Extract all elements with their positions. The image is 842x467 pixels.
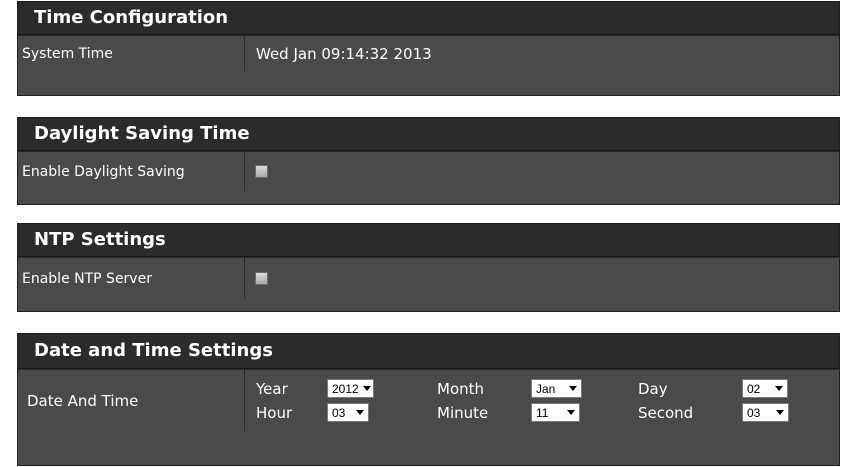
ntp-server-row: Enable NTP Server xyxy=(18,257,839,299)
date-time-controls: Year 2012 Month Jan Day 02 Hour 03 Minut… xyxy=(245,370,839,431)
enable-daylight-saving-label: Enable Daylight Saving xyxy=(18,152,245,191)
daylight-saving-title: Daylight Saving Time xyxy=(18,118,839,151)
time-configuration-section: Time Configuration System Time Wed Jan 0… xyxy=(17,1,840,96)
month-label: Month xyxy=(437,379,485,398)
chevron-down-icon xyxy=(776,410,784,415)
time-settings-page: Time Configuration System Time Wed Jan 0… xyxy=(0,0,842,467)
day-label: Day xyxy=(638,379,668,398)
second-label: Second xyxy=(638,403,694,422)
system-time-value: Wed Jan 09:14:32 2013 xyxy=(256,44,432,63)
enable-ntp-server-label: Enable NTP Server xyxy=(18,258,245,299)
enable-daylight-saving-checkbox[interactable] xyxy=(255,165,268,178)
ntp-settings-title: NTP Settings xyxy=(18,224,839,257)
system-time-label: System Time xyxy=(18,36,245,71)
daylight-saving-row: Enable Daylight Saving xyxy=(18,151,839,191)
second-select[interactable]: 03 xyxy=(742,403,789,422)
enable-ntp-server-checkbox[interactable] xyxy=(255,272,268,285)
day-value: 02 xyxy=(747,381,761,396)
hour-label: Hour xyxy=(256,403,293,422)
hour-select[interactable]: 03 xyxy=(327,403,369,422)
day-select[interactable]: 02 xyxy=(742,379,788,398)
date-time-row: Date And Time Year 2012 Month Jan Day 02… xyxy=(18,369,839,431)
chevron-down-icon xyxy=(362,386,371,391)
month-select[interactable]: Jan xyxy=(531,379,582,398)
chevron-down-icon xyxy=(567,410,575,415)
year-select[interactable]: 2012 xyxy=(327,379,374,398)
time-configuration-title: Time Configuration xyxy=(18,2,839,35)
ntp-settings-section: NTP Settings Enable NTP Server xyxy=(17,223,840,312)
date-time-title: Date and Time Settings xyxy=(18,334,839,369)
chevron-down-icon xyxy=(356,410,364,415)
chevron-down-icon xyxy=(775,386,783,391)
hour-value: 03 xyxy=(332,405,346,420)
minute-select[interactable]: 11 xyxy=(531,403,580,422)
date-and-time-label: Date And Time xyxy=(18,370,245,431)
month-value: Jan xyxy=(536,381,556,396)
second-value: 03 xyxy=(747,405,761,420)
chevron-down-icon xyxy=(569,386,577,391)
ntp-server-value xyxy=(245,258,839,299)
year-label: Year xyxy=(256,379,288,398)
daylight-saving-section: Daylight Saving Time Enable Daylight Sav… xyxy=(17,117,840,205)
daylight-saving-value xyxy=(245,152,839,191)
year-value: 2012 xyxy=(332,381,359,396)
system-time-row: System Time Wed Jan 09:14:32 2013 xyxy=(18,35,839,71)
date-time-grid: Year 2012 Month Jan Day 02 Hour 03 Minut… xyxy=(253,377,802,424)
minute-label: Minute xyxy=(437,403,489,422)
minute-value: 11 xyxy=(536,405,549,420)
date-time-section: Date and Time Settings Date And Time Yea… xyxy=(17,333,840,466)
